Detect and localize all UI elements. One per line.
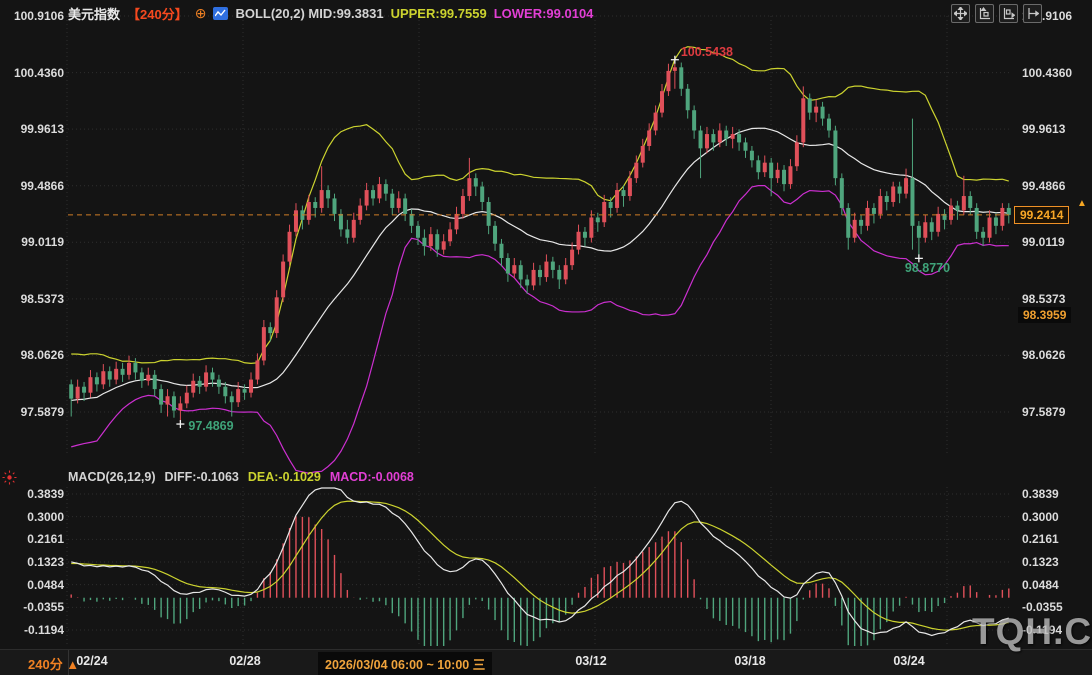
axis-label: 0.3000	[1022, 510, 1059, 524]
time-tick-label: 03/18	[734, 654, 765, 668]
boll-lower-value: LOWER:99.0104	[494, 6, 594, 21]
period-button[interactable]: 240分 ▲	[28, 654, 79, 673]
axis-label: 100.4360	[1022, 66, 1072, 80]
chart-toolbar	[951, 4, 1042, 23]
chart-canvas[interactable]	[0, 0, 1092, 675]
boll-mid-value: MID:99.3831	[308, 6, 383, 21]
axis-label: 100.4360	[2, 66, 64, 80]
period-selector[interactable]: 【240分】	[127, 4, 188, 23]
divider	[68, 650, 69, 675]
axis-label: 0.1323	[2, 555, 64, 569]
shift-right-icon[interactable]	[1023, 4, 1042, 23]
macd-title: MACD(26,12,9)	[68, 470, 156, 484]
peak-price-annotation: 100.5438	[681, 45, 733, 59]
macd-macd-value: MACD:-0.0068	[330, 470, 414, 484]
time-tick-label: 02/24	[76, 654, 107, 668]
scale-up-axis-icon[interactable]	[975, 4, 994, 23]
axis-label: 99.9613	[2, 122, 64, 136]
time-tick-label: 03/12	[575, 654, 606, 668]
boll-indicator-icon[interactable]	[213, 7, 228, 20]
boll-upper-value: UPPER:99.7559	[391, 6, 487, 21]
axis-label: 99.4866	[2, 179, 64, 193]
axis-label: 0.1323	[1022, 555, 1059, 569]
axis-label: 100.9106	[2, 9, 64, 23]
axis-label: 98.0626	[1022, 348, 1065, 362]
axis-label: 0.0484	[2, 578, 64, 592]
low-price-annotation-right: 98.8770	[905, 261, 950, 275]
price-up-arrow-icon: ▲	[1077, 198, 1087, 209]
time-tick-label: 03/24	[893, 654, 924, 668]
time-tick-label: 02/28	[229, 654, 260, 668]
axis-label: 97.5879	[2, 405, 64, 419]
axis-label: 98.5373	[2, 292, 64, 306]
selected-bar-timestamp: 2026/03/04 06:00 ~ 10:00 三	[318, 652, 492, 675]
scale-right-axis-icon[interactable]	[999, 4, 1018, 23]
axis-label: 0.3839	[1022, 487, 1059, 501]
axis-label: 0.0484	[1022, 578, 1059, 592]
alert-sun-icon[interactable]	[2, 470, 17, 490]
axis-label: -0.0355	[2, 600, 64, 614]
add-indicator-icon[interactable]: ⊕	[195, 5, 207, 22]
boll-label: BOLL(20,2) MID:99.3831	[235, 6, 383, 21]
macd-dea-value: DEA:-0.1029	[248, 470, 321, 484]
axis-label: 0.2161	[2, 532, 64, 546]
macd-header: MACD(26,12,9) DIFF:-0.1063 DEA:-0.1029 M…	[68, 470, 414, 484]
low-price-annotation-left: 97.4869	[188, 419, 233, 433]
site-watermark: TQH.CN	[972, 611, 1092, 653]
symbol-name: 美元指数	[68, 4, 120, 23]
axis-label: 99.9613	[1022, 122, 1065, 136]
axis-label: 0.2161	[1022, 532, 1059, 546]
macd-diff-value: DIFF:-0.1063	[165, 470, 239, 484]
time-axis-bar: 240分 ▲ 02/24 02/28 03/12 03/18 03/24 2026/03…	[0, 649, 1092, 675]
axis-label: 98.5373	[1022, 292, 1065, 306]
pan-move-icon[interactable]	[951, 4, 970, 23]
chart-header: 美元指数 【240分】 ⊕ BOLL(20,2) MID:99.3831 UPP…	[68, 3, 593, 23]
axis-label: 99.0119	[2, 235, 64, 249]
axis-label: 97.5879	[1022, 405, 1065, 419]
axis-label: 99.0119	[1022, 235, 1065, 249]
trading-app-window: 美元指数 【240分】 ⊕ BOLL(20,2) MID:99.3831 UPP…	[0, 0, 1092, 675]
axis-label: 0.3000	[2, 510, 64, 524]
current-price-tag: 99.2414	[1014, 206, 1069, 224]
secondary-price-tag: 98.3959	[1018, 307, 1071, 323]
axis-label: -0.1194	[2, 623, 64, 637]
boll-name: BOLL(20,2)	[235, 6, 304, 21]
axis-label: 99.4866	[1022, 179, 1065, 193]
axis-label: 98.0626	[2, 348, 64, 362]
